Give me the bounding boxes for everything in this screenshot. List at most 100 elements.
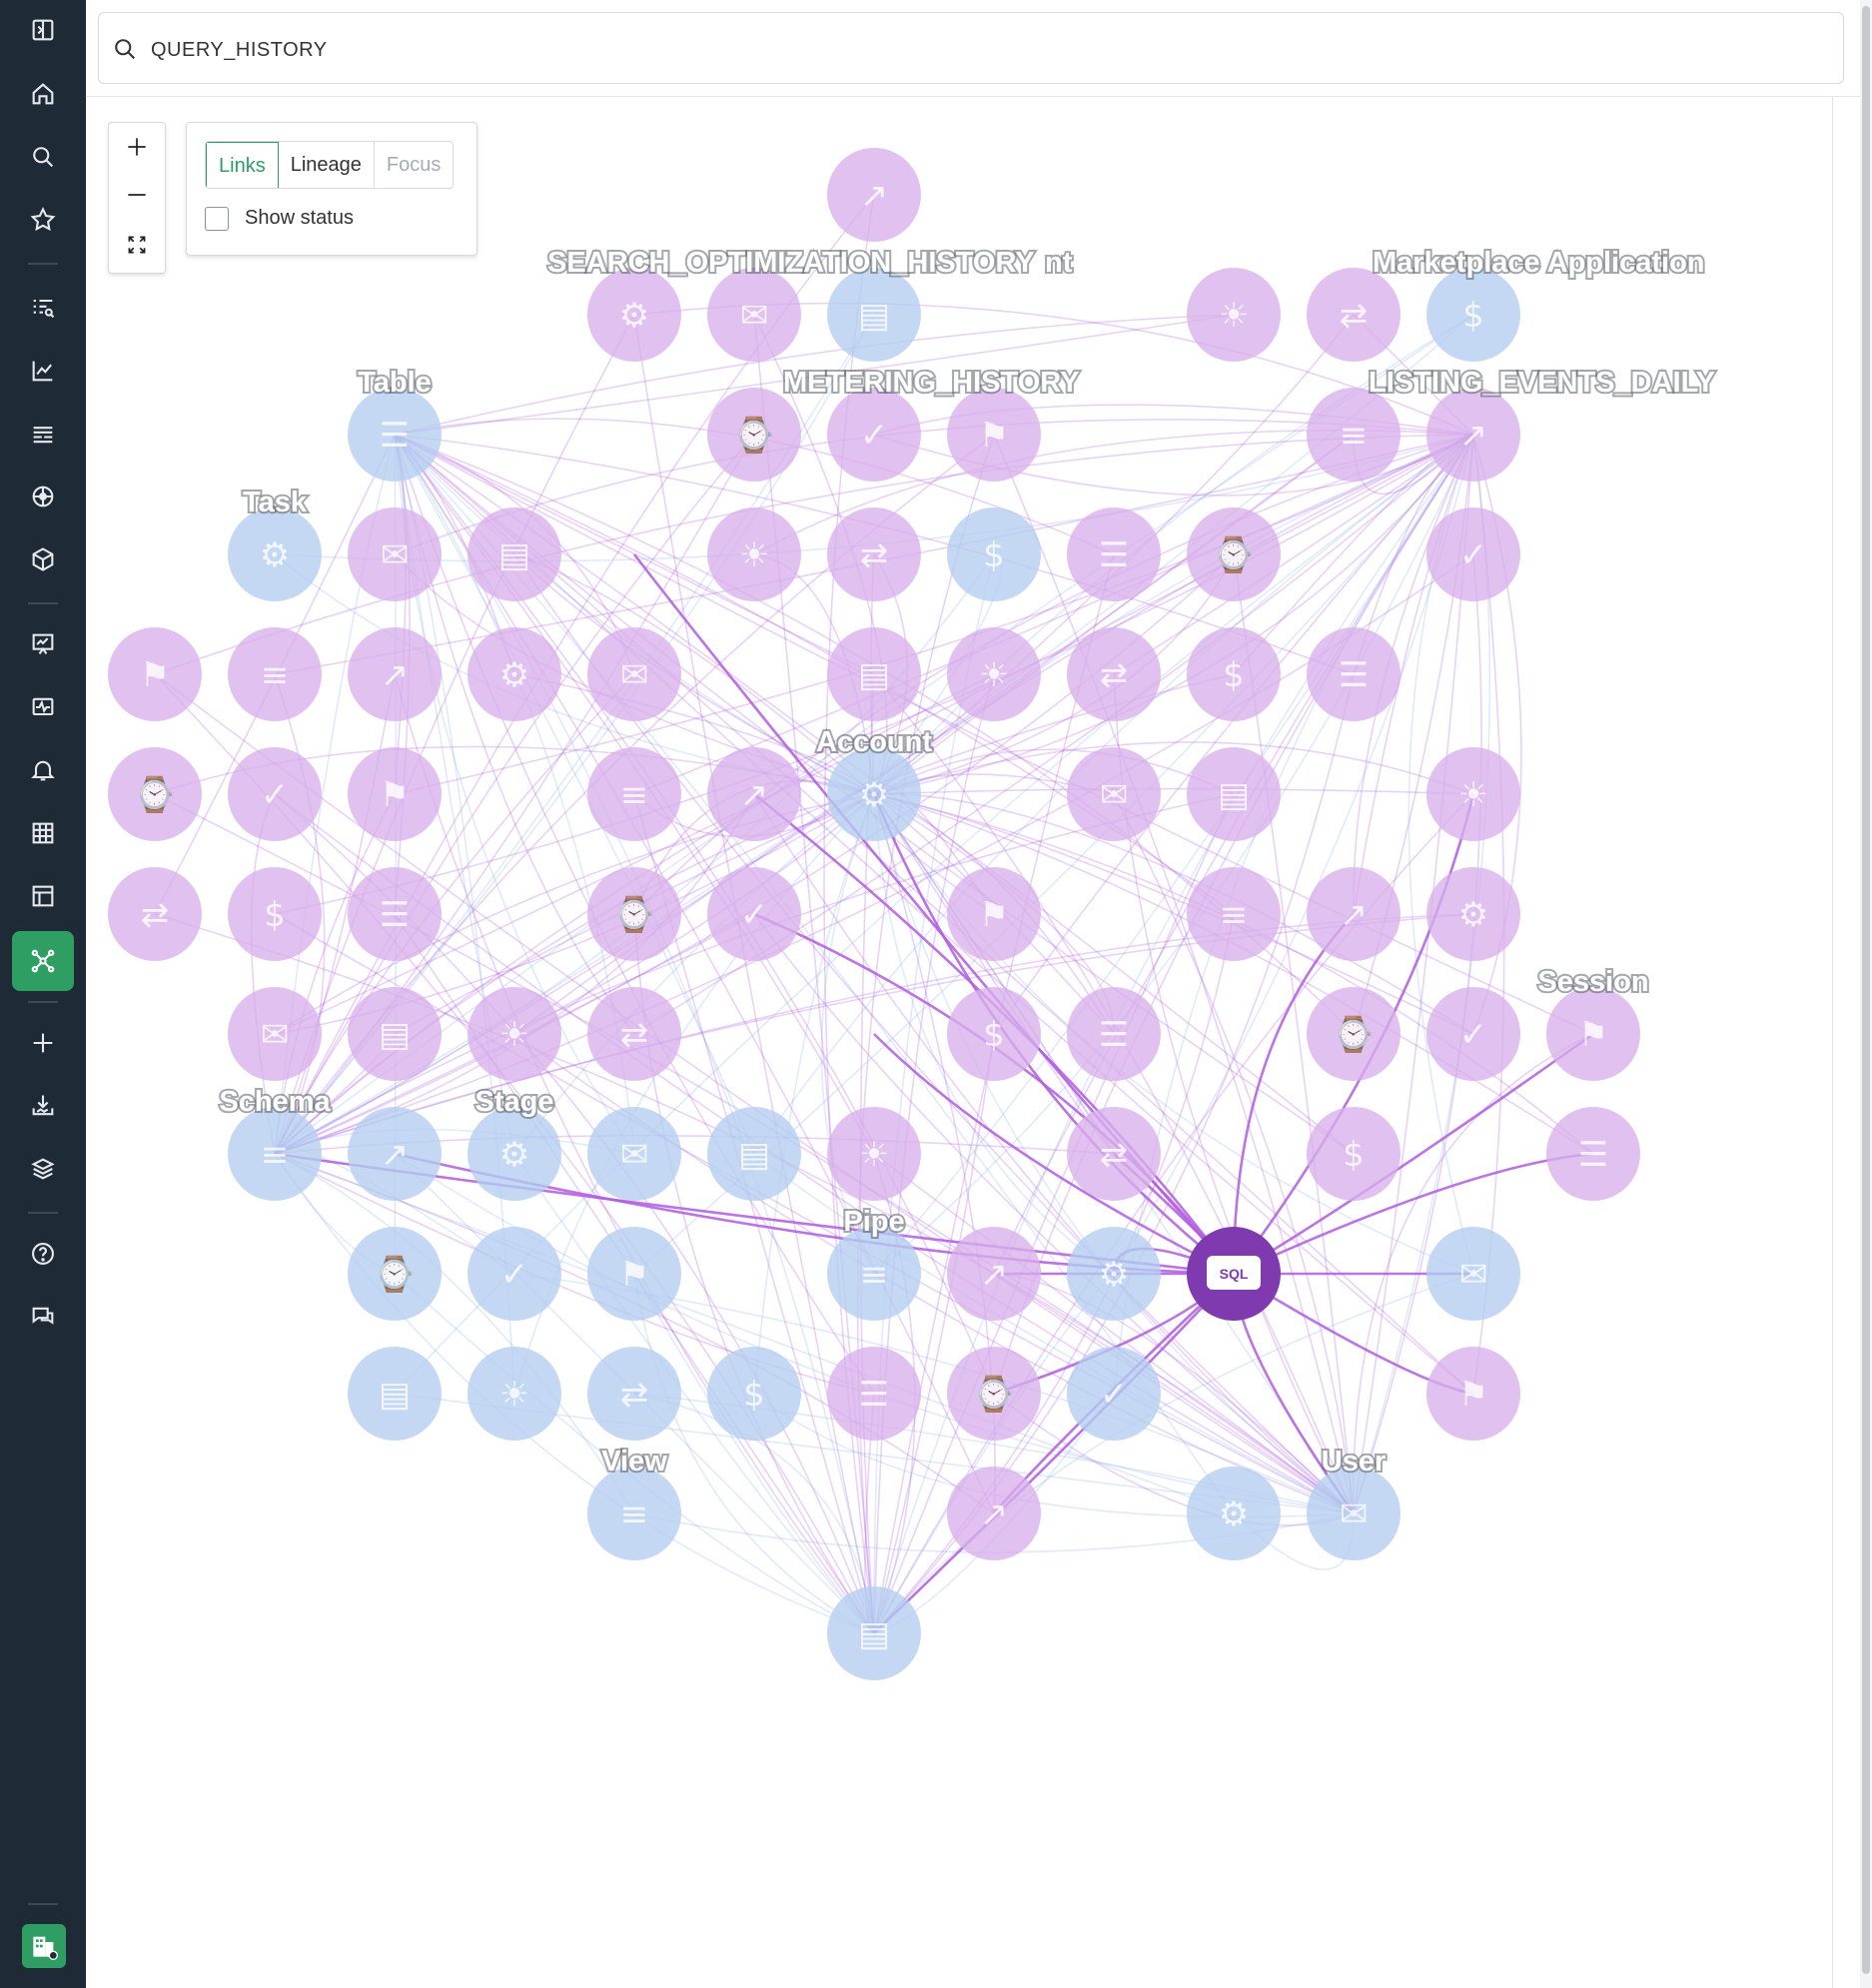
graph-node[interactable]: ↗ (1307, 867, 1401, 961)
graph-node[interactable]: ▤ (827, 1586, 921, 1680)
graph-node[interactable]: ✉ (587, 627, 681, 721)
graph-node[interactable]: ☰ (1067, 507, 1161, 601)
graph-node[interactable]: ⚙ (1067, 1227, 1161, 1321)
graph-node[interactable]: ≡ (1187, 867, 1281, 961)
graph-node[interactable]: ☀ (827, 1107, 921, 1201)
page-scrollbar[interactable] (1860, 0, 1872, 1988)
graph-node[interactable]: ☰ (348, 867, 442, 961)
mode-links-tab[interactable]: Links (206, 142, 279, 188)
graph-node[interactable]: ☀ (707, 507, 801, 601)
graph-node[interactable]: ☰ (1546, 1107, 1640, 1201)
graph-node[interactable]: ≡ (827, 1227, 921, 1321)
graph-node[interactable]: ⌚ (108, 747, 202, 841)
graph-node[interactable]: ↗ (827, 148, 921, 242)
search-icon[interactable] (18, 132, 68, 182)
graph-node[interactable]: ↗ (707, 747, 801, 841)
graph-node[interactable]: ▤ (348, 1347, 442, 1441)
graph-node[interactable]: ✉ (587, 1107, 681, 1201)
graph-node[interactable]: ⚑ (108, 627, 202, 721)
show-status-checkbox[interactable] (205, 207, 229, 231)
graph-node[interactable]: ≡ (228, 627, 322, 721)
graph-node[interactable]: ⚑ (947, 388, 1041, 482)
graph-node[interactable]: ⚑ (947, 867, 1041, 961)
graph-node[interactable]: ⇄ (1067, 627, 1161, 721)
graph-node[interactable]: ✉ (348, 507, 442, 601)
graph-node[interactable]: ☰ (1067, 987, 1161, 1081)
graph-node[interactable]: ⇄ (827, 507, 921, 601)
graph-node[interactable]: ⚙ (1426, 867, 1520, 961)
graph-node[interactable]: ⚙ (468, 627, 561, 721)
graph-node[interactable]: ☰ (827, 1347, 921, 1441)
mode-lineage-tab[interactable]: Lineage (279, 142, 375, 188)
graph-node[interactable]: ☰ (348, 388, 442, 482)
graph-node[interactable]: ✓ (707, 867, 801, 961)
graph-node[interactable]: ⚙ (587, 268, 681, 362)
bell-icon[interactable] (18, 745, 68, 795)
panel-toggle-icon[interactable] (18, 5, 68, 55)
graph-node[interactable]: ☀ (1187, 268, 1281, 362)
graph-node[interactable]: ✉ (1307, 1467, 1401, 1560)
grid-icon[interactable] (18, 808, 68, 858)
list-search-icon[interactable] (18, 283, 68, 333)
fit-view-button[interactable] (109, 221, 165, 269)
graph-node[interactable]: ⇄ (1067, 1107, 1161, 1201)
graph-node[interactable]: ⌚ (707, 388, 801, 482)
center-node-sql[interactable]: SQL (1187, 1227, 1281, 1321)
graph-node[interactable]: ▤ (468, 507, 561, 601)
graph-node[interactable]: ≡ (587, 1467, 681, 1560)
graph-node[interactable]: $ (947, 987, 1041, 1081)
help-icon[interactable] (18, 1229, 68, 1279)
graph-node[interactable]: ⌚ (587, 867, 681, 961)
import-icon[interactable] (18, 1081, 68, 1131)
mode-focus-tab[interactable]: Focus (375, 142, 453, 188)
layers-icon[interactable] (18, 1144, 68, 1194)
graph-node[interactable]: ≡ (228, 1107, 322, 1201)
graph-node[interactable]: ⇄ (1307, 268, 1401, 362)
zoom-out-button[interactable] (109, 171, 165, 219)
graph-node[interactable]: ⚑ (348, 747, 442, 841)
cube-icon[interactable] (18, 534, 68, 584)
graph-node[interactable]: $ (947, 507, 1041, 601)
graph-node[interactable]: ↗ (348, 1107, 442, 1201)
graph-node[interactable]: ✓ (228, 747, 322, 841)
graph-node[interactable]: ▤ (1187, 747, 1281, 841)
graph-node[interactable]: ⚑ (1426, 1347, 1520, 1441)
graph-node[interactable]: ▤ (707, 1107, 801, 1201)
graph-node[interactable]: ✓ (827, 388, 921, 482)
graph-node[interactable]: ↗ (1426, 388, 1520, 482)
graph-node[interactable]: ⚑ (587, 1227, 681, 1321)
plus-icon[interactable] (18, 1018, 68, 1068)
graph-node[interactable]: $ (1187, 627, 1281, 721)
graph-node[interactable]: ▤ (348, 987, 442, 1081)
chat-icon[interactable] (18, 1292, 68, 1342)
graph-node[interactable]: $ (228, 867, 322, 961)
graph-node[interactable]: ⚙ (228, 507, 322, 601)
stack-lines-icon[interactable] (18, 409, 68, 459)
graph-node[interactable]: ☀ (1426, 747, 1520, 841)
graph-node[interactable]: ↗ (947, 1467, 1041, 1560)
chart-line-icon[interactable] (18, 346, 68, 396)
graph-node[interactable]: ☀ (947, 627, 1041, 721)
graph-node[interactable]: ⚙ (827, 747, 921, 841)
graph-node[interactable]: ⇄ (587, 987, 681, 1081)
table-layout-icon[interactable] (18, 871, 68, 921)
hub-icon[interactable] (18, 472, 68, 521)
graph-node[interactable]: ≡ (587, 747, 681, 841)
organization-settings-icon[interactable] (22, 1924, 66, 1968)
graph-node[interactable]: $ (707, 1347, 801, 1441)
graph-node[interactable]: ⇄ (587, 1347, 681, 1441)
graph-node[interactable]: ⚙ (468, 1107, 561, 1201)
graph-node[interactable]: ⌚ (348, 1227, 442, 1321)
monitor-pulse-icon[interactable] (18, 682, 68, 732)
graph-node[interactable]: ✉ (228, 987, 322, 1081)
graph-node[interactable]: ✓ (1067, 1347, 1161, 1441)
graph-node[interactable]: ⚙ (1187, 1467, 1281, 1560)
zoom-in-button[interactable] (109, 123, 165, 171)
graph-node[interactable]: ✉ (1426, 1227, 1520, 1321)
graph-node[interactable]: ☰ (1307, 627, 1401, 721)
graph-node[interactable]: ⌚ (947, 1347, 1041, 1441)
home-icon[interactable] (18, 69, 68, 119)
graph-node[interactable]: ⚑ (1546, 987, 1640, 1081)
graph-node[interactable]: ☀ (468, 1347, 561, 1441)
presentation-chart-icon[interactable] (18, 619, 68, 669)
